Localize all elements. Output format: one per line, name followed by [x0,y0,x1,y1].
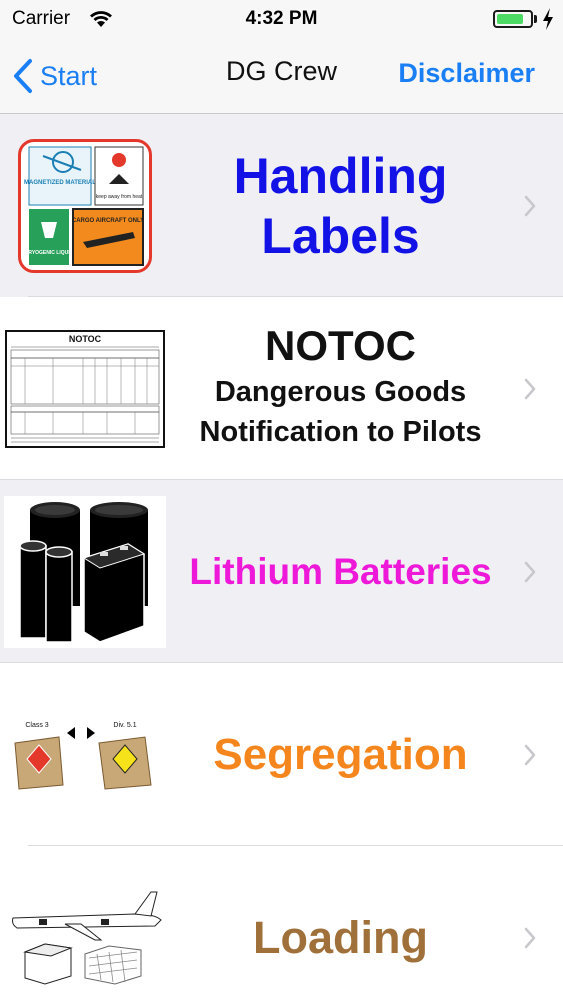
chevron-right-icon [524,195,536,217]
notoc-title: NOTOC [265,322,416,370]
notoc-form-heading: NOTOC [69,334,102,344]
notoc-subtitle-line-1: Dangerous Goods [214,376,467,409]
thumb-text-cryogenic: CRYOGENIC LIQUID [25,250,74,256]
back-button-label: Start [40,60,98,91]
batteries-icon [4,495,166,648]
menu-item-title: NOTOC Dangerous Goods Notification to Pi… [168,297,513,480]
battery-cap [534,15,537,23]
navigation-bar: Start DG Crew Disclaimer [0,40,563,114]
segregation-title: Segregation [213,729,468,779]
lithium-title: Lithium Batteries [189,550,492,592]
charging-bolt-icon [543,8,553,30]
disclaimer-button[interactable]: Disclaimer [398,58,535,89]
page-title-text: DG Crew [225,56,337,86]
back-button[interactable]: Start [12,54,97,98]
chevron-right-icon [524,744,536,766]
status-bar: Carrier 4:32 PM [0,0,563,40]
chevron-right-icon [524,378,536,400]
handling-labels-icon: MAGNETIZED MATERIAL keep away from heat … [18,138,152,273]
chevron-left-icon [14,59,32,93]
clock: 4:32 PM [245,8,318,29]
segregation-icon: Class 3 Div. 5.1 [14,722,152,790]
loading-title: Loading [253,911,428,963]
battery-icon [493,10,533,28]
aircraft-loading-icon [12,891,162,985]
thumb-text-magnetized: MAGNETIZED MATERIAL [24,180,96,186]
handling-title-line-2: Labels [261,207,420,264]
battery-fill [497,14,523,24]
thumb-text-cao: CARGO AIRCRAFT ONLY [72,218,144,224]
menu-item-lithium-batteries[interactable]: Lithium Batteries [0,480,563,663]
segregation-class3-label: Class 3 [25,722,48,729]
handling-title-line-1: Handling [233,147,448,204]
menu-item-title: Loading [168,846,513,1000]
thumb-text-keep-away: keep away from heat [96,194,143,200]
segregation-thumbnail: Class 3 Div. 5.1 [4,663,166,846]
chevron-right-icon [524,561,536,583]
menu-item-title: Handling Labels [168,114,513,297]
notoc-form-icon: NOTOC [5,329,165,448]
notoc-subtitle-line-2: Notification to Pilots [199,415,482,448]
notoc-thumbnail: NOTOC [4,297,166,480]
lithium-batteries-thumbnail [4,480,166,663]
menu-list: MAGNETIZED MATERIAL keep away from heat … [0,114,563,1000]
menu-item-segregation[interactable]: Class 3 Div. 5.1 Segregation [0,663,563,846]
menu-item-loading[interactable]: Loading [0,846,563,1000]
menu-item-title: Segregation [168,663,513,846]
menu-item-handling-labels[interactable]: MAGNETIZED MATERIAL keep away from heat … [0,114,563,297]
loading-thumbnail [4,846,166,1000]
chevron-right-icon [524,927,536,949]
segregation-div51-label: Div. 5.1 [113,722,136,729]
menu-item-title: Lithium Batteries [168,480,513,663]
handling-labels-thumbnail: MAGNETIZED MATERIAL keep away from heat … [4,114,166,297]
menu-item-notoc[interactable]: NOTOC NOTOC Dangerous Goods Notification… [0,297,563,480]
